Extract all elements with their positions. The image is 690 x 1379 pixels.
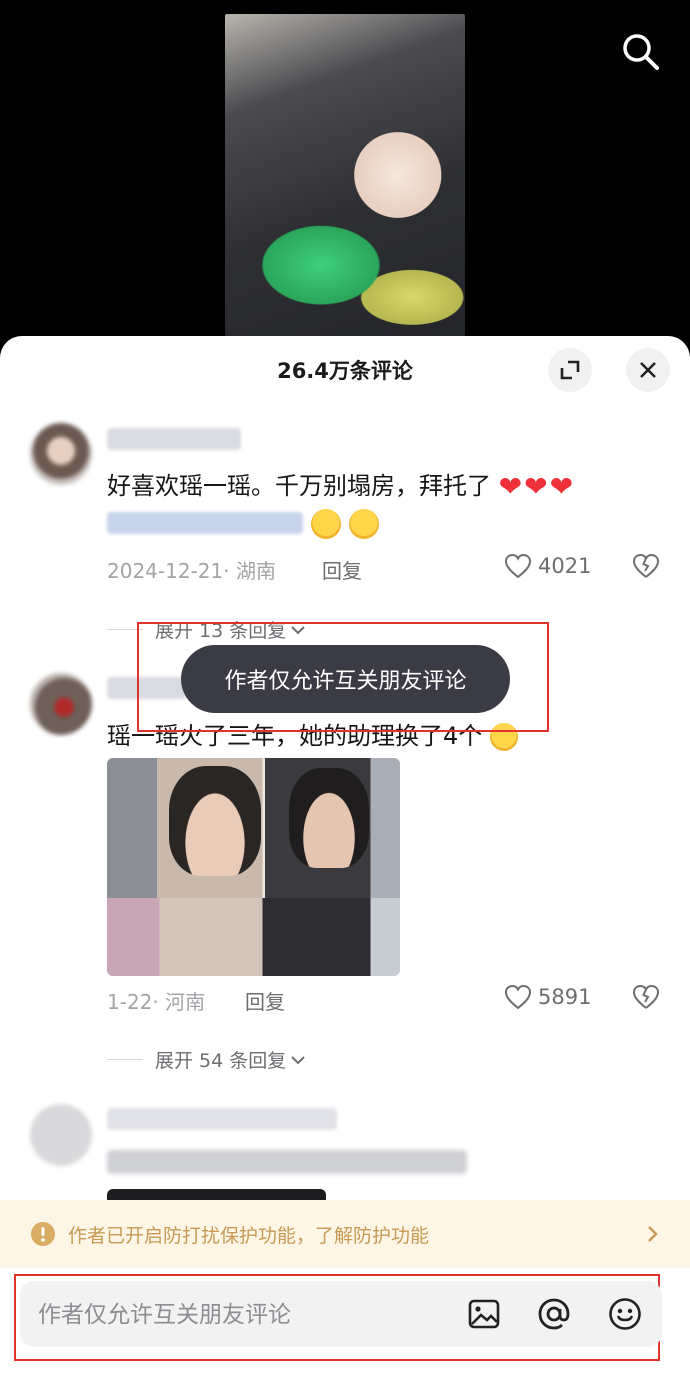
username-blurred[interactable] xyxy=(107,1108,337,1130)
like-count: 4021 xyxy=(538,554,592,578)
video-area[interactable] xyxy=(0,0,690,360)
comment-image[interactable] xyxy=(107,1189,326,1200)
heart-icon xyxy=(504,984,532,1010)
expand-replies-button[interactable]: 展开 54 条回复 xyxy=(107,1046,306,1073)
avatar[interactable] xyxy=(30,423,92,485)
like-count: 5891 xyxy=(538,985,592,1009)
like-button[interactable]: 4021 xyxy=(504,553,591,579)
chevron-down-icon xyxy=(291,1055,305,1064)
dislike-button[interactable] xyxy=(632,553,660,583)
divider-line xyxy=(107,1059,143,1060)
broken-heart-icon xyxy=(632,984,660,1009)
close-button[interactable] xyxy=(626,348,670,392)
comment-meta: 1-22· 河南 xyxy=(107,990,206,1014)
blurred-text xyxy=(107,512,303,534)
chevron-right-icon xyxy=(648,1226,658,1242)
comment-text: 好喜欢瑶一瑶。千万别塌房，拜托了 ❤❤❤ xyxy=(107,466,575,503)
close-icon xyxy=(640,362,656,378)
avatar[interactable] xyxy=(30,673,92,735)
anti-harassment-notice[interactable]: 作者已开启防打扰保护功能，了解防护功能 xyxy=(0,1200,690,1268)
reply-button[interactable]: 回复 xyxy=(245,986,285,1015)
reply-button[interactable]: 回复 xyxy=(322,555,362,584)
blurred-text xyxy=(107,1150,467,1174)
avatar[interactable] xyxy=(30,1104,92,1166)
notice-text: 作者已开启防打扰保护功能，了解防护功能 xyxy=(68,1224,430,1247)
pleading-face-icon xyxy=(311,509,341,539)
dislike-button[interactable] xyxy=(632,984,660,1014)
expand-replies-label: 展开 54 条回复 xyxy=(155,1050,287,1072)
broken-heart-icon xyxy=(632,553,660,578)
expand-fullscreen-button[interactable] xyxy=(548,348,592,392)
image-icon[interactable] xyxy=(467,1297,501,1331)
warning-icon xyxy=(31,1222,55,1246)
comment-input[interactable] xyxy=(36,1281,460,1349)
comment-input-bar[interactable] xyxy=(20,1281,662,1349)
mention-icon[interactable] xyxy=(537,1297,571,1331)
username-blurred[interactable] xyxy=(107,428,241,450)
toast-message: 作者仅允许互关朋友评论 xyxy=(181,645,510,713)
expand-icon xyxy=(560,360,580,380)
heart-icon xyxy=(504,553,532,579)
video-thumbnail[interactable] xyxy=(225,14,465,336)
pleading-face-icon xyxy=(349,509,379,539)
comment-text-content: 好喜欢瑶一瑶。千万别塌房，拜托了 xyxy=(107,472,491,500)
emoji-icon[interactable] xyxy=(608,1297,642,1331)
comment-meta: 2024-12-21· 湖南 xyxy=(107,559,276,583)
red-heart-icon: ❤❤❤ xyxy=(498,470,576,503)
comment-image[interactable] xyxy=(107,758,400,976)
like-button[interactable]: 5891 xyxy=(504,984,591,1010)
search-icon[interactable] xyxy=(621,32,661,72)
